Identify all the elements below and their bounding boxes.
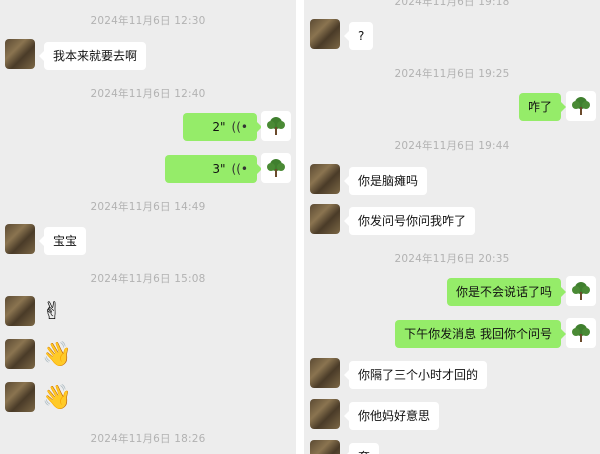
voice-duration: 3" bbox=[212, 162, 226, 176]
timestamp: 2024年11月6日 12:30 bbox=[90, 15, 206, 27]
timestamp: 2024年11月6日 14:49 bbox=[90, 201, 206, 213]
plant-avatar-icon bbox=[572, 97, 590, 115]
plant-avatar-icon bbox=[267, 117, 285, 135]
message-bubble[interactable]: 我本来就要去啊 bbox=[38, 42, 147, 70]
panel-divider bbox=[296, 0, 304, 454]
message-bubble[interactable]: ? bbox=[343, 22, 374, 50]
chat-panel-right: 2024年11月6日 19:18 ? 2024年11月6日 19:25 咋了 2… bbox=[304, 0, 600, 454]
user-avatar[interactable] bbox=[566, 318, 596, 348]
emoji-message[interactable]: 👋 bbox=[42, 382, 72, 412]
message-bubble[interactable]: 你隔了三个小时才回的 bbox=[343, 361, 488, 389]
contact-avatar[interactable] bbox=[310, 399, 340, 429]
message-bubble[interactable]: 套 bbox=[343, 443, 380, 454]
plant-avatar-icon bbox=[267, 159, 285, 177]
timestamp: 2024年11月6日 20:35 bbox=[394, 253, 510, 265]
timestamp: 2024年11月6日 19:18 bbox=[394, 0, 510, 8]
voice-duration: 2" bbox=[212, 120, 226, 134]
contact-avatar[interactable] bbox=[310, 19, 340, 49]
contact-avatar[interactable] bbox=[310, 204, 340, 234]
timestamp: 2024年11月6日 12:40 bbox=[90, 88, 206, 100]
user-avatar[interactable] bbox=[566, 276, 596, 306]
contact-avatar[interactable] bbox=[5, 224, 35, 254]
voice-message[interactable]: 2" ((• bbox=[183, 113, 262, 141]
contact-avatar[interactable] bbox=[5, 339, 35, 369]
voice-wave-icon: ((• bbox=[231, 162, 248, 176]
timestamp: 2024年11月6日 19:25 bbox=[394, 68, 510, 80]
message-bubble[interactable]: 你是脑瘫吗 bbox=[343, 167, 428, 195]
contact-avatar[interactable] bbox=[310, 164, 340, 194]
contact-avatar[interactable] bbox=[5, 382, 35, 412]
voice-wave-icon: ((• bbox=[231, 120, 248, 134]
contact-avatar[interactable] bbox=[5, 296, 35, 326]
voice-message[interactable]: 3" ((• bbox=[165, 155, 262, 183]
timestamp: 2024年11月6日 15:08 bbox=[90, 273, 206, 285]
emoji-message[interactable]: 👋 bbox=[42, 339, 72, 369]
plant-avatar-icon bbox=[572, 324, 590, 342]
timestamp: 2024年11月6日 19:44 bbox=[394, 140, 510, 152]
chat-panel-left: 2024年11月6日 12:30 我本来就要去啊 2024年11月6日 12:4… bbox=[0, 0, 296, 454]
contact-avatar[interactable] bbox=[310, 358, 340, 388]
contact-avatar[interactable] bbox=[5, 39, 35, 69]
user-avatar[interactable] bbox=[566, 91, 596, 121]
message-bubble[interactable]: 你他妈好意思 bbox=[343, 402, 440, 430]
user-avatar[interactable] bbox=[261, 111, 291, 141]
timestamp: 2024年11月6日 18:26 bbox=[90, 433, 206, 445]
message-bubble[interactable]: 你是不会说话了吗 bbox=[446, 278, 567, 306]
contact-avatar[interactable] bbox=[310, 440, 340, 454]
message-bubble[interactable]: 你发问号你问我咋了 bbox=[343, 207, 476, 235]
emoji-message[interactable]: ✌ bbox=[42, 296, 62, 326]
user-avatar[interactable] bbox=[261, 153, 291, 183]
message-bubble[interactable]: 下午你发消息 我回你个问号 bbox=[395, 320, 566, 348]
plant-avatar-icon bbox=[572, 282, 590, 300]
message-bubble[interactable]: 宝宝 bbox=[38, 227, 87, 255]
message-bubble[interactable]: 咋了 bbox=[518, 93, 567, 121]
